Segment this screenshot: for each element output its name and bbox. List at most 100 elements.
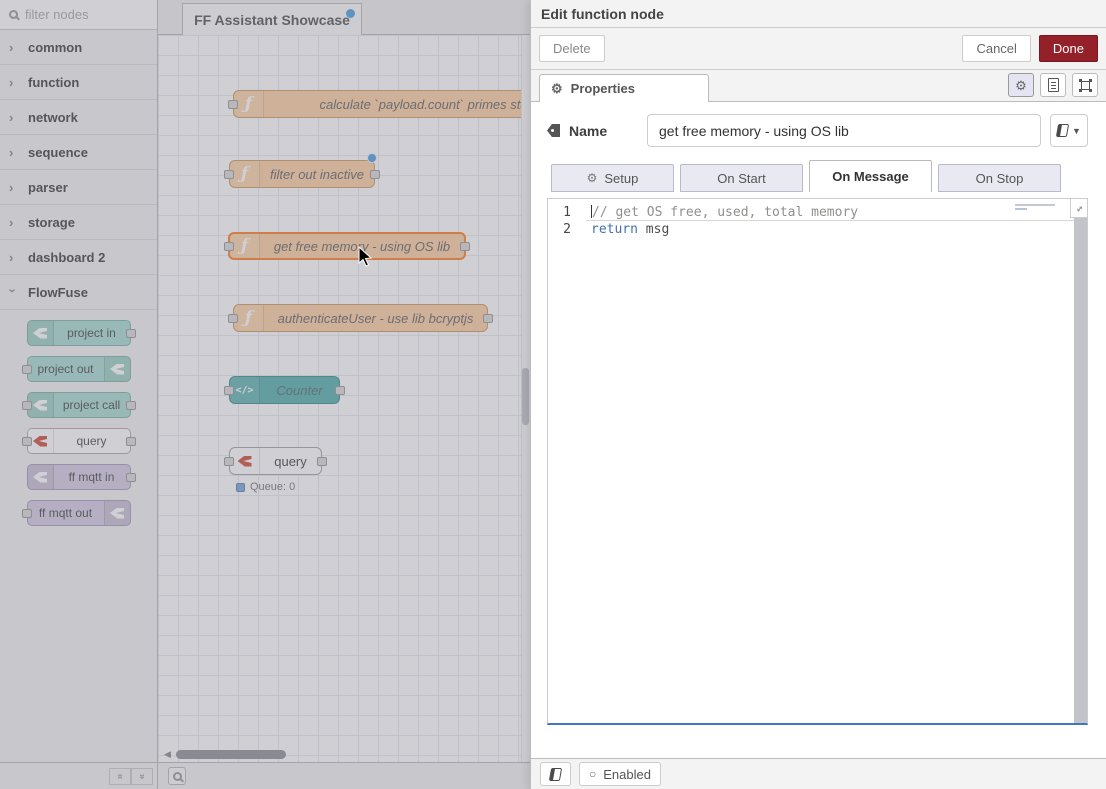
palette-node-project-out[interactable]: project out xyxy=(27,356,131,382)
horizontal-scroll-thumb[interactable] xyxy=(176,750,286,759)
input-port[interactable] xyxy=(224,242,234,251)
canvas-vertical-scrollbar[interactable] xyxy=(521,35,530,762)
palette-node-ff-mqtt-in[interactable]: ff mqtt in xyxy=(27,464,131,490)
tab-setup[interactable]: ⚙ Setup xyxy=(551,164,674,192)
input-port[interactable] xyxy=(22,437,32,446)
chevron-right-icon: › xyxy=(9,145,17,160)
output-port[interactable] xyxy=(460,242,470,251)
node-counter[interactable]: </> Counter xyxy=(229,376,340,404)
input-port[interactable] xyxy=(228,100,238,109)
output-port[interactable] xyxy=(370,170,380,179)
code-editor[interactable]: 1 2 // get OS free, used, total memory r… xyxy=(547,198,1088,725)
output-port[interactable] xyxy=(335,386,345,395)
node-calculate-primes[interactable]: ƒ calculate `payload.count` primes start… xyxy=(233,90,530,118)
status-dot-icon xyxy=(236,483,245,492)
description-button[interactable] xyxy=(1040,73,1066,97)
tab-on-stop[interactable]: On Stop xyxy=(938,164,1061,192)
output-port[interactable] xyxy=(317,457,327,466)
tab-label: On Stop xyxy=(976,171,1024,186)
tray-body: Name ▼ ⚙ Setup On Start On Message xyxy=(531,102,1106,758)
palette-node-ff-mqtt-out[interactable]: ff mqtt out xyxy=(27,500,131,526)
zoom-button[interactable] xyxy=(168,767,186,785)
palette-search-input[interactable] xyxy=(25,7,148,22)
palette-node-project-in[interactable]: project in xyxy=(27,320,131,346)
palette-category-storage[interactable]: › storage xyxy=(0,205,157,240)
node-palette: › common › function › network › sequence xyxy=(0,0,158,762)
input-port[interactable] xyxy=(22,509,32,518)
node-authenticate-user[interactable]: ƒ authenticateUser - use lib bcryptjs xyxy=(233,304,488,332)
cancel-button[interactable]: Cancel xyxy=(962,35,1030,62)
palette-node-query[interactable]: query xyxy=(27,428,131,454)
palette-category-function[interactable]: › function xyxy=(0,65,157,100)
book-icon xyxy=(1056,124,1069,137)
tray-toolbar: Delete Cancel Done xyxy=(531,28,1106,70)
caret-down-icon: ▼ xyxy=(1072,126,1081,136)
name-label-text: Name xyxy=(569,123,607,139)
output-port[interactable] xyxy=(126,401,136,410)
magnifier-icon xyxy=(173,772,182,781)
palette-categories: › common › function › network › sequence xyxy=(0,30,157,310)
vertical-scroll-thumb[interactable] xyxy=(522,368,529,425)
document-icon xyxy=(1048,78,1059,92)
flow-tab[interactable]: FF Assistant Showcase xyxy=(182,3,362,35)
flowfuse-icon xyxy=(104,357,130,381)
search-icon xyxy=(9,10,18,19)
node-query[interactable]: query Queue: 0 xyxy=(229,447,322,475)
palette-category-parser[interactable]: › parser xyxy=(0,170,157,205)
function-icon: ƒ xyxy=(234,91,264,117)
node-filter-out-inactive[interactable]: ƒ filter out inactive xyxy=(229,160,375,188)
code-content[interactable]: // get OS free, used, total memory retur… xyxy=(586,199,1087,723)
line-number: 2 xyxy=(548,221,586,238)
palette-node-list: project in project out project call xyxy=(0,320,157,536)
tab-on-message[interactable]: On Message xyxy=(809,160,932,192)
name-input[interactable] xyxy=(647,114,1041,147)
node-status: Queue: 0 xyxy=(236,481,295,493)
input-port[interactable] xyxy=(228,314,238,323)
canvas-footer xyxy=(158,763,530,789)
palette-category-flowfuse[interactable]: › FlowFuse xyxy=(0,275,157,310)
library-dropdown-button[interactable]: ▼ xyxy=(1050,114,1088,147)
library-button[interactable] xyxy=(540,762,571,786)
delete-button[interactable]: Delete xyxy=(539,35,605,62)
palette-node-project-call[interactable]: project call xyxy=(27,392,131,418)
chevron-right-icon: › xyxy=(9,110,17,125)
scroll-left-arrow-icon[interactable]: ◀ xyxy=(164,750,171,759)
double-chevron-down-icon: » xyxy=(137,773,148,779)
expand-editor-button[interactable]: ↔ xyxy=(1070,199,1087,218)
gear-icon: ⚙ xyxy=(551,82,563,95)
palette-node-label: project call xyxy=(54,393,130,417)
edit-properties-button[interactable]: ⚙ xyxy=(1008,73,1034,97)
input-port[interactable] xyxy=(22,365,32,374)
input-port[interactable] xyxy=(224,457,234,466)
category-label: function xyxy=(28,75,79,90)
node-status-text: Queue: 0 xyxy=(250,481,295,493)
canvas-horizontal-scrollbar[interactable]: ◀ xyxy=(164,750,286,759)
output-port[interactable] xyxy=(126,473,136,482)
edit-tray: Edit function node Delete Cancel Done ⚙ … xyxy=(530,0,1106,789)
tab-on-start[interactable]: On Start xyxy=(680,164,803,192)
input-port[interactable] xyxy=(224,170,234,179)
workspace-region: › common › function › network › sequence xyxy=(0,0,530,789)
collapse-all-button[interactable]: » xyxy=(109,768,131,785)
palette-category-dashboard2[interactable]: › dashboard 2 xyxy=(0,240,157,275)
template-icon: </> xyxy=(230,377,260,403)
output-port[interactable] xyxy=(126,329,136,338)
node-get-free-memory[interactable]: ƒ get free memory - using OS lib xyxy=(228,232,466,260)
function-tabs: ⚙ Setup On Start On Message On Stop xyxy=(551,160,1088,192)
input-port[interactable] xyxy=(22,401,32,410)
tab-properties[interactable]: ⚙ Properties xyxy=(539,74,709,102)
output-port[interactable] xyxy=(126,437,136,446)
done-button[interactable]: Done xyxy=(1039,35,1098,62)
palette-category-sequence[interactable]: › sequence xyxy=(0,135,157,170)
expand-all-button[interactable]: » xyxy=(131,768,153,785)
palette-category-network[interactable]: › network xyxy=(0,100,157,135)
appearance-button[interactable] xyxy=(1072,73,1098,97)
flow-canvas[interactable]: ƒ calculate `payload.count` primes start… xyxy=(158,35,530,762)
output-port[interactable] xyxy=(483,314,493,323)
editor-scrollbar[interactable] xyxy=(1074,218,1087,723)
chevron-right-icon: › xyxy=(9,250,17,265)
enabled-toggle-button[interactable]: ○ Enabled xyxy=(579,762,661,786)
palette-category-common[interactable]: › common xyxy=(0,30,157,65)
input-port[interactable] xyxy=(224,386,234,395)
properties-tab-row: ⚙ Properties ⚙ xyxy=(531,70,1106,102)
